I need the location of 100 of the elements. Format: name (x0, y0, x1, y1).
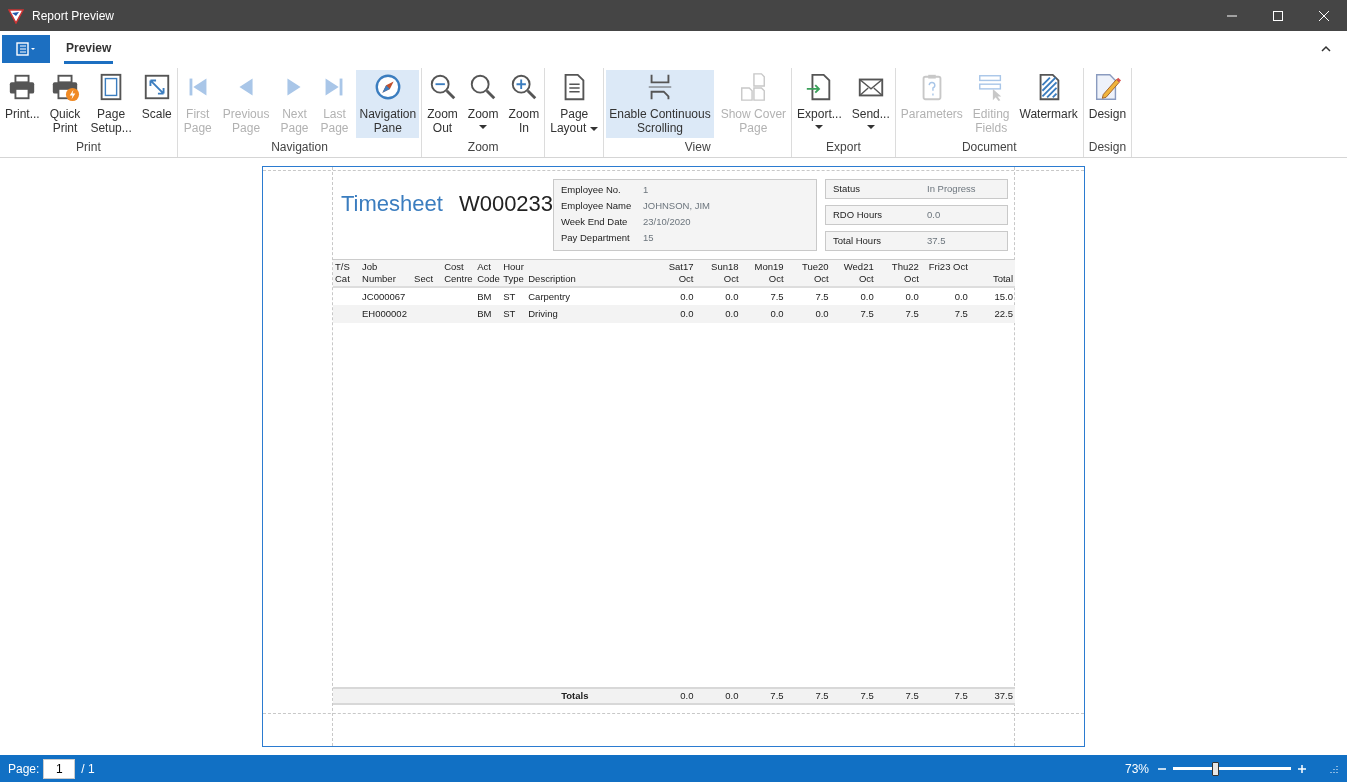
ribbon-button[interactable]: Quick Print (46, 70, 84, 138)
field-label: Week End Date (561, 215, 629, 229)
table-cell: 0.0 (725, 308, 739, 319)
group-label: View (684, 140, 711, 154)
group-label: Navigation (271, 140, 328, 154)
page-input[interactable]: 1 (43, 758, 76, 779)
page-count: / 1 (81, 760, 95, 778)
table-cell: 7.5 (954, 690, 968, 701)
column-header: Total (969, 259, 1015, 287)
table-cell: ST (503, 308, 516, 319)
group-label: Zoom (467, 140, 499, 154)
column-header: Job Number (360, 259, 413, 287)
table-cell: BM (477, 290, 492, 302)
table-cell: 7.5 (905, 308, 919, 319)
column-header: Fri23 Oct (920, 259, 970, 287)
table-cell: 0.0 (680, 690, 694, 701)
column-header: Sat17 Oct (650, 259, 696, 287)
table-cell: 0.0 (954, 290, 968, 302)
resize-grip-icon (1329, 763, 1339, 774)
field-value: JOHNSON, JIM (643, 199, 711, 213)
table-cell: 7.5 (815, 290, 829, 302)
field-value: 1 (643, 183, 649, 197)
report-title: Timesheet (341, 190, 443, 218)
table-cell: 7.5 (954, 308, 968, 319)
table-cell: EH000002 (362, 308, 407, 319)
table-cell: 0.0 (815, 308, 829, 319)
table-cell: 7.5 (815, 690, 829, 701)
field-label: RDO Hours (833, 208, 884, 222)
field-value: 37.5 (927, 234, 946, 248)
table-cell: BM (477, 308, 492, 319)
app-menu-button[interactable] (2, 35, 50, 63)
table-cell: 15.0 (994, 290, 1013, 302)
ribbon-button[interactable]: Zoom Out (424, 70, 461, 138)
ribbon-tab[interactable]: Preview (64, 31, 114, 64)
table-cell: Driving (528, 308, 558, 319)
group-label: Print (76, 140, 101, 154)
column-header: Description (526, 259, 651, 287)
report-number: W000233 (458, 190, 554, 218)
table-cell: 0.0 (680, 290, 694, 302)
ribbon-button[interactable]: Send... (848, 70, 893, 138)
table-cell: 22.5 (994, 308, 1013, 319)
table-cell: 7.5 (860, 690, 874, 701)
plus-icon[interactable] (1297, 763, 1307, 774)
zoom-reading: 73% (1124, 760, 1149, 778)
table-cell: 7.5 (770, 690, 784, 701)
maximize-icon[interactable] (1272, 9, 1284, 22)
table-cell: 0.0 (725, 690, 739, 701)
field-value: 15 (643, 231, 654, 245)
list-icon (16, 42, 36, 56)
totals-label: Totals (561, 690, 589, 701)
column-header: Sect (412, 259, 443, 287)
field-label: Total Hours (833, 234, 883, 248)
group-label: Export (826, 140, 861, 154)
slider-thumb[interactable] (1212, 761, 1220, 776)
column-header: Mon19 Oct (740, 259, 786, 287)
printer-lightning-icon (50, 72, 81, 102)
field-label: Employee No. (561, 183, 622, 197)
logo-icon (8, 7, 24, 24)
table-cell: 0.0 (905, 290, 919, 302)
table-cell: 7.5 (860, 308, 874, 319)
window-title: Report Preview (32, 7, 115, 25)
page-label: Page: (8, 760, 40, 778)
zoom-slider[interactable] (1173, 760, 1291, 777)
table-cell: 37.5 (994, 690, 1013, 701)
column-header: Hour Type (501, 259, 527, 287)
ribbon-button[interactable]: Watermark (1016, 70, 1081, 138)
table-cell: 0.0 (680, 308, 694, 319)
column-header: Act Code (475, 259, 502, 287)
table-cell: ST (503, 290, 516, 302)
ribbon-button[interactable]: Export... (794, 70, 845, 138)
table-cell: Carpentry (528, 290, 570, 302)
ribbon-button[interactable]: Zoom In (505, 70, 543, 138)
ribbon-button[interactable]: Page Setup... (87, 70, 135, 138)
field-value: 23/10/2020 (643, 215, 691, 229)
field-label: Status (833, 182, 861, 196)
column-header: Tue20 Oct (785, 259, 831, 287)
ribbon-button[interactable]: Page Layout (547, 70, 602, 138)
table-cell: 0.0 (725, 290, 739, 302)
ribbon-button[interactable]: Navigation Pane (356, 70, 420, 138)
table-cell: 0.0 (770, 308, 784, 319)
close-icon[interactable] (1318, 9, 1330, 22)
column-header: Thu22 Oct (875, 259, 921, 287)
ribbon-button[interactable]: Print... (2, 70, 43, 138)
table-cell: JC000067 (362, 290, 406, 302)
ribbon-button[interactable]: Design (1085, 70, 1130, 138)
table-cell: 0.0 (860, 290, 874, 302)
column-header: Wed21 Oct (830, 259, 876, 287)
table-cell: 7.5 (905, 690, 919, 701)
ribbon-button[interactable]: Enable Continuous Scrolling (606, 70, 714, 138)
field-value: 0.0 (927, 208, 941, 222)
ribbon-button[interactable]: Zoom (464, 70, 502, 138)
group-label: Design (1088, 140, 1127, 154)
column-header: Sun18 Oct (695, 259, 741, 287)
column-header: T/S Cat (333, 259, 361, 287)
collapse-icon[interactable] (1321, 44, 1331, 53)
field-value: In Progress (927, 182, 976, 196)
field-label: Employee Name (561, 199, 633, 213)
table-cell: 7.5 (770, 290, 784, 302)
field-label: Pay Department (561, 231, 631, 245)
ribbon-button[interactable]: Scale (138, 70, 175, 138)
